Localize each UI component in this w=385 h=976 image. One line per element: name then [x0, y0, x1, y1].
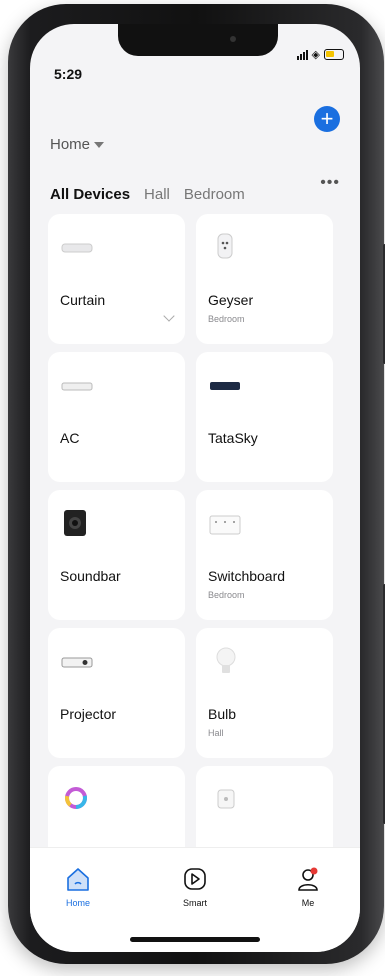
curtain-icon [61, 243, 93, 253]
status-time: 5:29 [54, 66, 83, 82]
tab-bedroom[interactable]: Bedroom [184, 186, 245, 203]
device-name: AC [60, 430, 80, 446]
smart-plug-icon [217, 233, 233, 259]
device-card-bulb[interactable]: Bulb Hall [196, 628, 333, 758]
tab-smart[interactable]: Smart [165, 866, 225, 908]
room-tabs: All Devices Hall Bedroom [50, 186, 245, 203]
home-selector[interactable]: Home [50, 136, 105, 153]
tab-hall[interactable]: Hall [144, 186, 170, 203]
rgb-light-icon [65, 787, 87, 809]
notification-dot [310, 867, 318, 875]
battery-icon [324, 49, 344, 60]
add-device-button[interactable]: + [314, 106, 340, 132]
device-card-tatasky[interactable]: TataSky [196, 352, 333, 482]
app-screen: 5:29 ◈ Home + All Devices Hall Bedroom •… [30, 24, 360, 952]
device-name: Soundbar [60, 568, 121, 584]
tab-home[interactable]: Home [48, 866, 108, 908]
device-card-projector[interactable]: Projector [48, 628, 185, 758]
device-card-curtain[interactable]: Curtain [48, 214, 185, 344]
bottom-tab-bar: Home Smart Me [30, 847, 360, 952]
device-name: TataSky [208, 430, 258, 446]
home-selector-label: Home [50, 136, 91, 153]
switch-icon [217, 789, 235, 809]
bulb-icon [216, 647, 236, 673]
more-options-icon[interactable]: ••• [320, 174, 340, 192]
tab-smart-label: Smart [182, 898, 207, 908]
camera-notch [118, 24, 278, 56]
status-icons: ◈ [296, 48, 344, 61]
signal-icon [296, 49, 308, 60]
speaker-icon [64, 510, 86, 536]
wifi-icon: ◈ [311, 49, 320, 61]
smart-icon [184, 868, 206, 890]
projector-icon [61, 657, 93, 668]
tab-me[interactable]: Me [278, 866, 338, 908]
device-name: Switchboard [208, 568, 286, 584]
device-room: Bedroom [208, 590, 245, 600]
device-card-soundbar[interactable]: Soundbar [48, 490, 185, 620]
home-icon [67, 868, 89, 891]
device-grid: Curtain Geyser Bedroom AC TataSky Soundb… [48, 214, 340, 896]
device-name: Bulb [208, 706, 237, 722]
tab-home-label: Home [65, 898, 90, 908]
home-indicator [130, 937, 260, 942]
device-room: Bedroom [208, 314, 245, 324]
device-card-switchboard[interactable]: Switchboard Bedroom [196, 490, 333, 620]
device-name: Curtain [60, 292, 106, 308]
set-top-box-icon [210, 382, 240, 390]
air-conditioner-icon [61, 382, 93, 391]
phone-frame: 5:29 ◈ Home + All Devices Hall Bedroom •… [8, 4, 385, 964]
user-icon [298, 867, 318, 891]
device-name: Geyser [208, 292, 254, 308]
chevron-down-icon[interactable] [163, 310, 175, 322]
device-room: Hall [208, 728, 224, 738]
switchboard-icon [209, 515, 241, 535]
caret-down-icon [94, 141, 105, 148]
plus-icon: + [320, 106, 334, 131]
device-name: Projector [60, 706, 117, 722]
tab-all-devices[interactable]: All Devices [50, 186, 130, 203]
tab-me-label: Me [301, 898, 315, 908]
device-card-ac[interactable]: AC [48, 352, 185, 482]
device-card-geyser[interactable]: Geyser Bedroom [196, 214, 333, 344]
